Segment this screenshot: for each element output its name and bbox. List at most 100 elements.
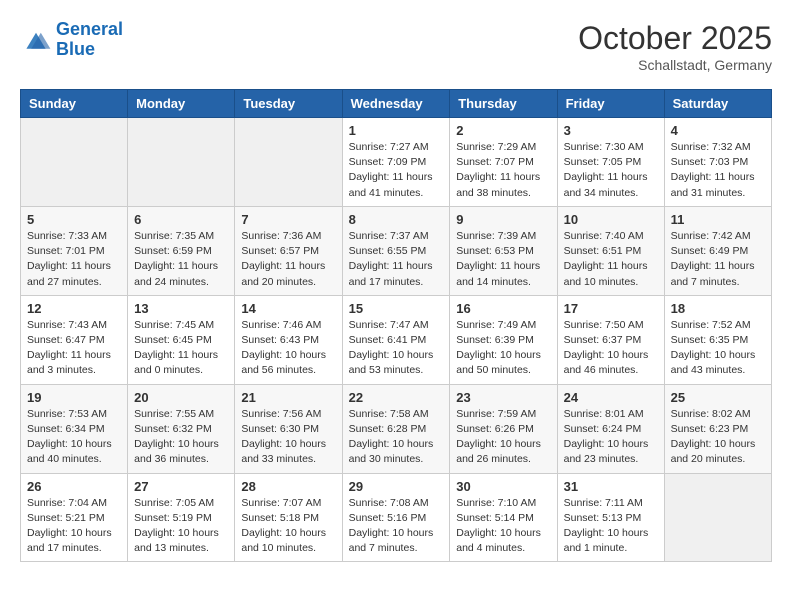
calendar-cell: 26Sunrise: 7:04 AM Sunset: 5:21 PM Dayli… xyxy=(21,473,128,562)
calendar-cell: 14 Sunrise: 7:46 AM Sunset: 6:43 PM Dayli… xyxy=(235,295,342,384)
day-info: Sunrise: 7:43 AM Sunset: 6:47 PM Dayligh… xyxy=(27,318,121,379)
calendar-cell: 16Sunrise: 7:49 AM Sunset: 6:39 PM Dayli… xyxy=(450,295,557,384)
calendar-week-2: 5 Sunrise: 7:33 AM Sunset: 7:01 PM Daylig… xyxy=(21,206,772,295)
day-number: 8 xyxy=(349,212,444,227)
day-info: Sunrise: 7:27 AM Sunset: 7:09 PM Dayligh… xyxy=(349,140,444,201)
calendar-week-3: 12 Sunrise: 7:43 AM Sunset: 6:47 PM Dayli… xyxy=(21,295,772,384)
logo-line1: General xyxy=(56,19,123,39)
calendar-cell: 23Sunrise: 7:59 AM Sunset: 6:26 PM Dayli… xyxy=(450,384,557,473)
calendar-cell: 22Sunrise: 7:58 AM Sunset: 6:28 PM Dayli… xyxy=(342,384,450,473)
day-info: Sunrise: 7:42 AM Sunset: 6:49 PM Dayligh… xyxy=(671,229,765,290)
calendar-table: SundayMondayTuesdayWednesdayThursdayFrid… xyxy=(20,89,772,562)
day-number: 9 xyxy=(456,212,550,227)
title-block: October 2025 Schallstadt, Germany xyxy=(578,20,772,73)
calendar-week-5: 26Sunrise: 7:04 AM Sunset: 5:21 PM Dayli… xyxy=(21,473,772,562)
day-number: 4 xyxy=(671,123,765,138)
day-number: 20 xyxy=(134,390,228,405)
location: Schallstadt, Germany xyxy=(578,57,772,73)
day-number: 31 xyxy=(564,479,658,494)
calendar-cell: 10 Sunrise: 7:40 AM Sunset: 6:51 PM Dayli… xyxy=(557,206,664,295)
day-info: Sunrise: 7:37 AM Sunset: 6:55 PM Dayligh… xyxy=(349,229,444,290)
calendar-cell: 7 Sunrise: 7:36 AM Sunset: 6:57 PM Daylig… xyxy=(235,206,342,295)
day-number: 12 xyxy=(27,301,121,316)
calendar-header-row: SundayMondayTuesdayWednesdayThursdayFrid… xyxy=(21,90,772,118)
day-info: Sunrise: 7:39 AM Sunset: 6:53 PM Dayligh… xyxy=(456,229,550,290)
day-number: 5 xyxy=(27,212,121,227)
calendar-cell xyxy=(21,118,128,207)
day-number: 29 xyxy=(349,479,444,494)
day-number: 23 xyxy=(456,390,550,405)
day-number: 13 xyxy=(134,301,228,316)
day-info: Sunrise: 7:30 AM Sunset: 7:05 PM Dayligh… xyxy=(564,140,658,201)
day-info: Sunrise: 7:11 AM Sunset: 5:13 PM Dayligh… xyxy=(564,496,658,557)
day-number: 10 xyxy=(564,212,658,227)
calendar-cell: 19Sunrise: 7:53 AM Sunset: 6:34 PM Dayli… xyxy=(21,384,128,473)
day-info: Sunrise: 7:07 AM Sunset: 5:18 PM Dayligh… xyxy=(241,496,335,557)
day-info: Sunrise: 7:33 AM Sunset: 7:01 PM Dayligh… xyxy=(27,229,121,290)
calendar-cell: 13 Sunrise: 7:45 AM Sunset: 6:45 PM Dayli… xyxy=(128,295,235,384)
day-info: Sunrise: 7:32 AM Sunset: 7:03 PM Dayligh… xyxy=(671,140,765,201)
logo: General Blue xyxy=(20,20,123,60)
day-info: Sunrise: 7:40 AM Sunset: 6:51 PM Dayligh… xyxy=(564,229,658,290)
calendar-cell: 20 Sunrise: 7:55 AM Sunset: 6:32 PM Dayli… xyxy=(128,384,235,473)
calendar-cell: 24 Sunrise: 8:01 AM Sunset: 6:24 PM Dayli… xyxy=(557,384,664,473)
day-number: 14 xyxy=(241,301,335,316)
calendar-week-4: 19Sunrise: 7:53 AM Sunset: 6:34 PM Dayli… xyxy=(21,384,772,473)
calendar-cell: 28 Sunrise: 7:07 AM Sunset: 5:18 PM Dayli… xyxy=(235,473,342,562)
day-header-thursday: Thursday xyxy=(450,90,557,118)
day-number: 21 xyxy=(241,390,335,405)
day-header-tuesday: Tuesday xyxy=(235,90,342,118)
day-info: Sunrise: 8:01 AM Sunset: 6:24 PM Dayligh… xyxy=(564,407,658,468)
calendar-cell: 8 Sunrise: 7:37 AM Sunset: 6:55 PM Daylig… xyxy=(342,206,450,295)
day-info: Sunrise: 7:50 AM Sunset: 6:37 PM Dayligh… xyxy=(564,318,658,379)
day-number: 3 xyxy=(564,123,658,138)
day-number: 19 xyxy=(27,390,121,405)
day-info: Sunrise: 7:46 AM Sunset: 6:43 PM Dayligh… xyxy=(241,318,335,379)
calendar-cell: 12 Sunrise: 7:43 AM Sunset: 6:47 PM Dayli… xyxy=(21,295,128,384)
calendar-cell: 3 Sunrise: 7:30 AM Sunset: 7:05 PM Daylig… xyxy=(557,118,664,207)
day-number: 17 xyxy=(564,301,658,316)
calendar-week-1: 1 Sunrise: 7:27 AM Sunset: 7:09 PM Daylig… xyxy=(21,118,772,207)
day-info: Sunrise: 8:02 AM Sunset: 6:23 PM Dayligh… xyxy=(671,407,765,468)
calendar-cell: 18Sunrise: 7:52 AM Sunset: 6:35 PM Dayli… xyxy=(664,295,771,384)
calendar-cell: 9 Sunrise: 7:39 AM Sunset: 6:53 PM Daylig… xyxy=(450,206,557,295)
calendar-cell xyxy=(128,118,235,207)
logo-line2: Blue xyxy=(56,39,95,59)
day-number: 7 xyxy=(241,212,335,227)
day-info: Sunrise: 7:55 AM Sunset: 6:32 PM Dayligh… xyxy=(134,407,228,468)
calendar-cell: 5 Sunrise: 7:33 AM Sunset: 7:01 PM Daylig… xyxy=(21,206,128,295)
day-info: Sunrise: 7:29 AM Sunset: 7:07 PM Dayligh… xyxy=(456,140,550,201)
day-number: 28 xyxy=(241,479,335,494)
day-number: 26 xyxy=(27,479,121,494)
day-info: Sunrise: 7:58 AM Sunset: 6:28 PM Dayligh… xyxy=(349,407,444,468)
day-number: 15 xyxy=(349,301,444,316)
calendar-cell: 29 Sunrise: 7:08 AM Sunset: 5:16 PM Dayli… xyxy=(342,473,450,562)
day-info: Sunrise: 7:56 AM Sunset: 6:30 PM Dayligh… xyxy=(241,407,335,468)
calendar-cell: 31 Sunrise: 7:11 AM Sunset: 5:13 PM Dayli… xyxy=(557,473,664,562)
calendar-cell xyxy=(664,473,771,562)
day-number: 24 xyxy=(564,390,658,405)
day-number: 6 xyxy=(134,212,228,227)
page-header: General Blue October 2025 Schallstadt, G… xyxy=(20,20,772,73)
calendar-cell: 1 Sunrise: 7:27 AM Sunset: 7:09 PM Daylig… xyxy=(342,118,450,207)
day-info: Sunrise: 7:08 AM Sunset: 5:16 PM Dayligh… xyxy=(349,496,444,557)
day-info: Sunrise: 7:10 AM Sunset: 5:14 PM Dayligh… xyxy=(456,496,550,557)
logo-icon xyxy=(20,26,52,54)
day-info: Sunrise: 7:35 AM Sunset: 6:59 PM Dayligh… xyxy=(134,229,228,290)
calendar-cell: 27Sunrise: 7:05 AM Sunset: 5:19 PM Dayli… xyxy=(128,473,235,562)
day-info: Sunrise: 7:36 AM Sunset: 6:57 PM Dayligh… xyxy=(241,229,335,290)
calendar-cell: 4 Sunrise: 7:32 AM Sunset: 7:03 PM Daylig… xyxy=(664,118,771,207)
calendar-cell: 15 Sunrise: 7:47 AM Sunset: 6:41 PM Dayli… xyxy=(342,295,450,384)
calendar-cell: 21 Sunrise: 7:56 AM Sunset: 6:30 PM Dayli… xyxy=(235,384,342,473)
calendar-cell: 25Sunrise: 8:02 AM Sunset: 6:23 PM Dayli… xyxy=(664,384,771,473)
day-number: 16 xyxy=(456,301,550,316)
day-number: 11 xyxy=(671,212,765,227)
month-title: October 2025 xyxy=(578,20,772,57)
day-info: Sunrise: 7:45 AM Sunset: 6:45 PM Dayligh… xyxy=(134,318,228,379)
day-number: 1 xyxy=(349,123,444,138)
day-info: Sunrise: 7:47 AM Sunset: 6:41 PM Dayligh… xyxy=(349,318,444,379)
day-number: 30 xyxy=(456,479,550,494)
day-number: 18 xyxy=(671,301,765,316)
day-header-friday: Friday xyxy=(557,90,664,118)
day-number: 2 xyxy=(456,123,550,138)
